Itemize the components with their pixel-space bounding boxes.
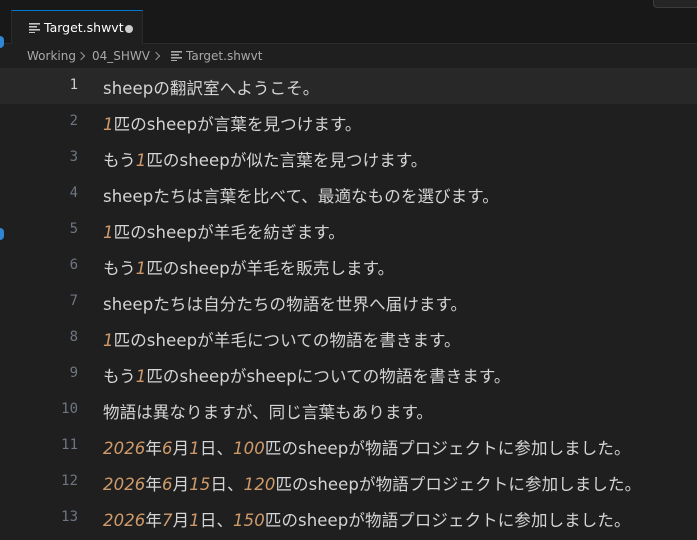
number-token: 100 xyxy=(233,439,265,458)
line-text: もう1匹のsheepが似た言葉を見つけます。 xyxy=(103,147,427,171)
line-text: 1匹のsheepが羊毛を紡ぎます。 xyxy=(103,219,345,243)
unsaved-dot-icon[interactable] xyxy=(125,25,133,33)
text-token: 匹のsheepが言葉を見つけます。 xyxy=(113,115,362,134)
text-token: sheepたちは自分たちの物語を世界へ届けます。 xyxy=(103,295,468,314)
tab-target-shwvt[interactable]: Target.shwvt xyxy=(11,10,143,44)
code-editor[interactable]: 1 sheepの翻訳室へようこそ。 2 1匹のsheepが言葉を見つけます。 3 もう1匹… xyxy=(0,68,697,540)
line-number[interactable]: 13 xyxy=(40,509,78,525)
text-token: 匹のsheepが物語プロジェクトに参加しました。 xyxy=(264,439,631,458)
number-token: 1 xyxy=(135,259,147,278)
number-token: 6 xyxy=(162,439,173,458)
text-token: 日、 xyxy=(199,511,234,530)
chevron-right-icon xyxy=(76,51,86,61)
chevron-right-icon xyxy=(151,51,161,61)
breadcrumb-item-folder[interactable]: 04_SHWV xyxy=(92,49,150,63)
code-line[interactable]: 13 2026年7月1日、150匹のsheepが物語プロジェクトに参加しました。 xyxy=(0,500,697,536)
code-line[interactable]: 8 1匹のsheepが羊毛についての物語を書きます。 xyxy=(0,320,697,356)
line-text: sheepたちは言葉を比べて、最適なものを選びます。 xyxy=(103,183,499,207)
text-token: 月 xyxy=(172,439,190,458)
text-token: 日、 xyxy=(210,475,244,494)
text-token: 匹のsheepが物語プロジェクトに参加しました。 xyxy=(264,511,631,530)
text-token: sheepたちは言葉を比べて、最適なものを選びます。 xyxy=(103,187,499,206)
number-token: 2026 xyxy=(103,511,146,530)
text-token: 年 xyxy=(145,511,163,530)
text-token: 年 xyxy=(145,475,163,494)
breadcrumb-item-file[interactable]: Target.shwvt xyxy=(186,49,262,63)
line-number[interactable]: 9 xyxy=(40,365,78,381)
code-line[interactable]: 4 sheepたちは言葉を比べて、最適なものを選びます。 xyxy=(0,176,697,212)
file-lines-icon xyxy=(171,51,182,61)
editor-window: Target.shwvt Working 04_SHWV Target.shwv… xyxy=(0,0,697,540)
text-token: 月 xyxy=(172,475,190,494)
text-token: sheepの翻訳室へようこそ。 xyxy=(103,79,320,98)
number-token: 1 xyxy=(135,367,147,386)
line-number[interactable]: 1 xyxy=(40,77,78,93)
line-number[interactable]: 6 xyxy=(40,257,78,273)
number-token: 1 xyxy=(189,511,200,530)
line-number[interactable]: 8 xyxy=(40,329,78,345)
number-token: 1 xyxy=(103,115,114,134)
code-line[interactable]: 1 sheepの翻訳室へようこそ。 xyxy=(0,68,697,104)
line-text: もう1匹のsheepが羊毛を販売します。 xyxy=(103,255,394,279)
text-token: 匹のsheepが羊毛についての物語を書きます。 xyxy=(113,331,461,350)
line-number[interactable]: 4 xyxy=(40,185,78,201)
text-token: 匹のsheepが羊毛を紡ぎます。 xyxy=(113,223,345,242)
number-token: 7 xyxy=(162,511,173,530)
text-token: 年 xyxy=(145,439,163,458)
line-number[interactable]: 5 xyxy=(40,221,78,237)
text-token: 月 xyxy=(172,511,190,530)
text-token: 匹のsheepが似た言葉を見つけます。 xyxy=(146,151,428,170)
line-text: 1匹のsheepが羊毛についての物語を書きます。 xyxy=(103,327,461,351)
number-token: 150 xyxy=(233,511,265,530)
breadcrumb-item-working[interactable]: Working xyxy=(27,49,76,63)
line-number[interactable]: 3 xyxy=(40,149,78,165)
line-number[interactable]: 10 xyxy=(40,401,78,417)
tab-bar: Target.shwvt xyxy=(0,0,697,44)
line-text: 物語は異なりますが、同じ言葉もあります。 xyxy=(103,399,433,423)
number-token: 1 xyxy=(103,331,114,350)
number-token: 2026 xyxy=(103,475,146,494)
code-line[interactable]: 9 もう1匹のsheepがsheepについての物語を書きます。 xyxy=(0,356,697,392)
line-text: sheepたちは自分たちの物語を世界へ届けます。 xyxy=(103,291,467,315)
text-token: 匹のsheepが物語プロジェクトに参加しました。 xyxy=(275,475,642,494)
line-text: sheepの翻訳室へようこそ。 xyxy=(103,75,319,99)
code-line[interactable]: 2 1匹のsheepが言葉を見つけます。 xyxy=(0,104,697,140)
line-number[interactable]: 12 xyxy=(40,473,78,489)
layout-control-button[interactable] xyxy=(653,0,697,8)
text-token: 物語は異なりますが、同じ言葉もあります。 xyxy=(103,403,434,422)
code-line[interactable]: 11 2026年6月1日、100匹のsheepが物語プロジェクトに参加しました。 xyxy=(0,428,697,464)
line-text: 2026年6月15日、120匹のsheepが物語プロジェクトに参加しました。 xyxy=(103,471,641,495)
line-number[interactable]: 2 xyxy=(40,113,78,129)
code-line[interactable]: 7 sheepたちは自分たちの物語を世界へ届けます。 xyxy=(0,284,697,320)
number-token: 1 xyxy=(103,223,114,242)
code-line[interactable]: 12 2026年6月15日、120匹のsheepが物語プロジェクトに参加しました。 xyxy=(0,464,697,500)
number-token: 15 xyxy=(189,475,211,494)
line-text: もう1匹のsheepがsheepについての物語を書きます。 xyxy=(103,363,510,387)
file-lines-icon xyxy=(29,23,40,33)
text-token: 匹のsheepがsheepについての物語を書きます。 xyxy=(146,367,511,386)
line-text: 2026年6月1日、100匹のsheepが物語プロジェクトに参加しました。 xyxy=(103,435,631,459)
code-line[interactable]: 3 もう1匹のsheepが似た言葉を見つけます。 xyxy=(0,140,697,176)
text-token: 匹のsheepが羊毛を販売します。 xyxy=(146,259,395,278)
number-token: 120 xyxy=(243,475,276,494)
number-token: 6 xyxy=(162,475,173,494)
number-token: 2026 xyxy=(103,439,146,458)
line-number[interactable]: 11 xyxy=(40,437,78,453)
code-line[interactable]: 6 もう1匹のsheepが羊毛を販売します。 xyxy=(0,248,697,284)
text-token: 日、 xyxy=(199,439,234,458)
breadcrumb: Working 04_SHWV Target.shwvt xyxy=(0,45,697,67)
tab-label: Target.shwvt xyxy=(44,20,124,35)
code-line[interactable]: 5 1匹のsheepが羊毛を紡ぎます。 xyxy=(0,212,697,248)
line-text: 1匹のsheepが言葉を見つけます。 xyxy=(103,111,362,135)
number-token: 1 xyxy=(189,439,200,458)
number-token: 1 xyxy=(135,151,147,170)
line-number[interactable]: 7 xyxy=(40,293,78,309)
text-token: もう xyxy=(103,259,136,278)
text-token: もう xyxy=(103,151,136,170)
code-line[interactable]: 10 物語は異なりますが、同じ言葉もあります。 xyxy=(0,392,697,428)
line-text: 2026年7月1日、150匹のsheepが物語プロジェクトに参加しました。 xyxy=(103,507,631,531)
text-token: もう xyxy=(103,367,136,386)
